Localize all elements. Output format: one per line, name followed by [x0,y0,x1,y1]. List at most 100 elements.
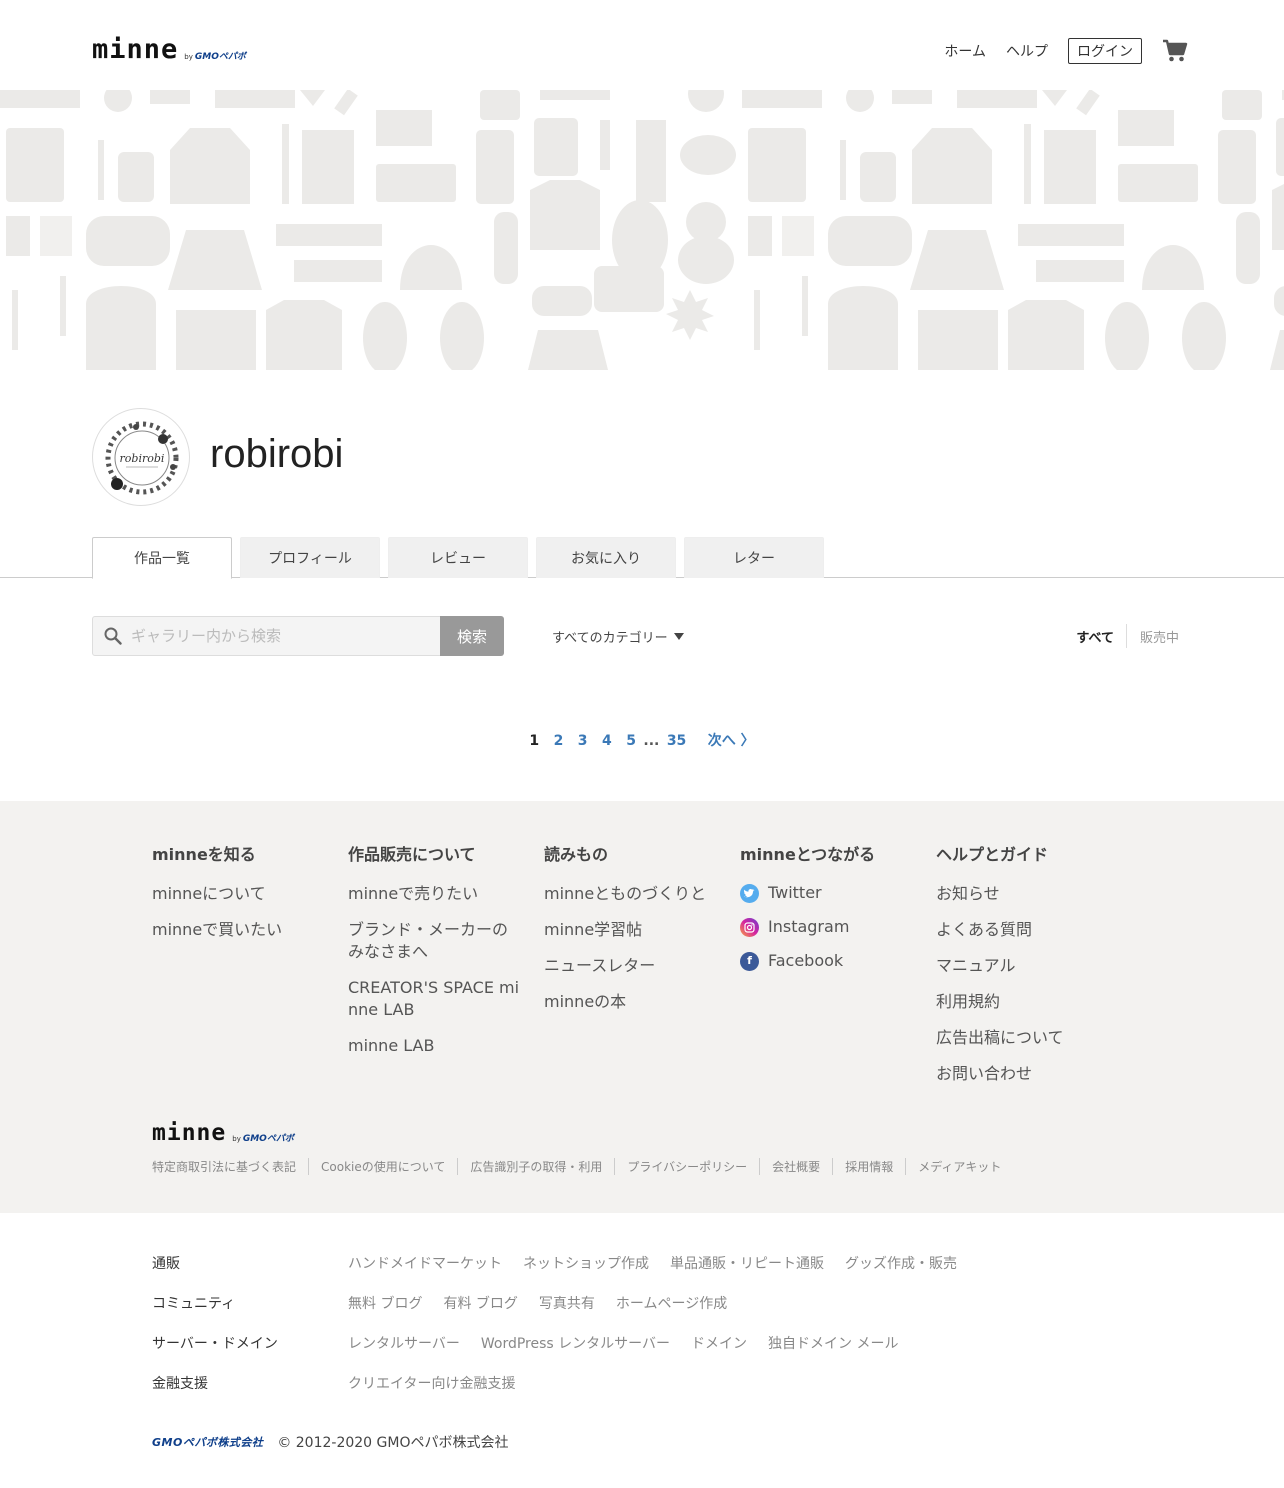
footer-col-title: minneとつながる [740,845,876,864]
instagram-icon [740,917,759,937]
logo-by: by [184,53,193,61]
footer-logo-wordmark: minne [152,1120,227,1146]
cover-pattern [0,90,1284,370]
footer-link[interactable]: 利用規約 [936,991,1116,1013]
footer-link[interactable]: minne LAB [348,1035,520,1057]
site-header: minne by GMOペパボ ホーム ヘルプ ログイン [0,0,1284,90]
group-link[interactable]: 有料 ブログ [443,1293,517,1313]
page-current: 1 [529,733,540,749]
minne-logo[interactable]: minne by GMOペパボ [92,36,246,63]
page-link[interactable]: 4 [602,733,612,749]
page-link[interactable]: 2 [554,733,564,749]
sale-filter: すべて 販売中 [1076,624,1179,648]
page-link[interactable]: 3 [578,733,588,749]
search-icon [104,627,122,645]
group-row-head: サーバー・ドメイン [152,1336,278,1352]
footer-link[interactable]: minneの本 [544,991,724,1013]
tab-letter[interactable]: レター [684,537,824,578]
footer-link[interactable]: お問い合わせ [936,1063,1116,1085]
footer-col-selling: 作品販売について minneで売りたい ブランド・メーカーのみなさまへ CREA… [348,841,520,1071]
group-link[interactable]: ホームページ作成 [616,1293,727,1313]
search-button[interactable]: 検索 [440,616,504,656]
legal-link[interactable]: 採用情報 [832,1158,905,1175]
footer-logo-by: by [232,1135,241,1143]
footer-link[interactable]: お知らせ [936,883,1116,905]
legal-link[interactable]: Cookieの使用について [308,1158,457,1175]
login-button[interactable]: ログイン [1068,38,1142,64]
group-link[interactable]: レンタルサーバー [348,1333,460,1353]
footer-link[interactable]: ブランド・メーカーのみなさまへ [348,919,520,963]
footer-link[interactable]: minneで買いたい [152,919,332,941]
legal-link[interactable]: 広告識別子の取得・利用 [457,1158,614,1175]
footer-col-title: 作品販売について [348,845,476,864]
instagram-link[interactable]: Instagram [740,917,920,937]
facebook-icon: f [740,951,759,971]
group-link[interactable]: ネットショップ作成 [523,1253,649,1273]
page-last[interactable]: 35 [667,733,686,749]
search-input[interactable] [131,617,431,655]
nav-home-link[interactable]: ホーム [944,41,986,61]
header-nav: ホーム ヘルプ ログイン [924,38,1188,64]
group-row-head: 通販 [152,1256,180,1272]
group-link[interactable]: WordPress レンタルサーバー [481,1333,670,1353]
group-row-head: コミュニティ [152,1296,236,1312]
filter-all[interactable]: すべて [1076,627,1126,646]
group-link[interactable]: 単品通販・リピート通販 [670,1253,824,1273]
page-ellipsis: ... [643,733,660,749]
legal-links: 特定商取引法に基づく表記 Cookieの使用について 広告識別子の取得・利用 プ… [152,1158,1013,1175]
footer-link[interactable]: CREATOR'S SPACE minne LAB [348,977,520,1021]
filter-selling[interactable]: 販売中 [1127,627,1179,646]
tab-review[interactable]: レビュー [388,537,528,578]
group-row-server: サーバー・ドメイン レンタルサーバー WordPress レンタルサーバー ドメ… [152,1333,919,1353]
footer-link[interactable]: マニュアル [936,955,1116,977]
footer-link[interactable]: minneとものづくりと [544,883,724,905]
cart-icon[interactable] [1162,39,1188,63]
footer-col-about: minneを知る minneについて minneで買いたい [152,841,332,955]
legal-link[interactable]: 会社概要 [759,1158,832,1175]
group-link[interactable]: 独自ドメイン メール [768,1333,898,1353]
footer-link[interactable]: 広告出稿について [936,1027,1116,1049]
footer-link[interactable]: minne学習帖 [544,919,724,941]
tab-profile[interactable]: プロフィール [240,537,380,578]
twitter-icon [740,883,759,903]
shop-avatar[interactable]: robirobi [92,408,190,506]
group-link[interactable]: 写真共有 [539,1293,595,1313]
footer-col-title: 読みもの [544,845,609,864]
footer-link[interactable]: minneで売りたい [348,883,520,905]
next-page-link[interactable]: 次へ 〉 [708,730,755,750]
legal-link[interactable]: プライバシーポリシー [614,1158,759,1175]
site-footer: minneを知る minneについて minneで買いたい 作品販売について m… [0,801,1284,1213]
facebook-link[interactable]: f Facebook [740,951,920,971]
footer-link[interactable]: よくある質問 [936,919,1116,941]
group-link[interactable]: 無料 ブログ [348,1293,422,1313]
group-link[interactable]: クリエイター向け金融支援 [348,1373,515,1393]
twitter-link[interactable]: Twitter [740,883,920,903]
avatar-text: robirobi [120,452,165,465]
footer-link[interactable]: ニュースレター [544,955,724,977]
nav-help-link[interactable]: ヘルプ [1006,41,1048,61]
footer-col-title: ヘルプとガイド [936,845,1049,864]
tab-favorites[interactable]: お気に入り [536,537,676,578]
shop-name: robirobi [210,432,344,476]
legal-link[interactable]: 特定商取引法に基づく表記 [152,1158,308,1175]
group-row-head: 金融支援 [152,1376,208,1392]
footer-logo[interactable]: minne by GMOペパボ [152,1122,294,1145]
footer-col-help: ヘルプとガイド お知らせ よくある質問 マニュアル 利用規約 広告出稿について … [936,841,1116,1099]
group-link[interactable]: ハンドメイドマーケット [348,1253,502,1273]
logo-wordmark: minne [92,34,179,65]
pagination: 1 2 3 4 5 ... 35 次へ 〉 [0,730,1284,750]
legal-link[interactable]: メディアキット [905,1158,1013,1175]
page-link[interactable]: 5 [626,733,636,749]
tab-works[interactable]: 作品一覧 [92,537,232,579]
category-select[interactable]: すべてのカテゴリー [552,627,684,646]
group-row-finance: 金融支援 クリエイター向け金融支援 [152,1373,536,1393]
footer-link[interactable]: minneについて [152,883,332,905]
footer-col-social: minneとつながる Twitter Instagram f Facebook [740,841,920,985]
group-link[interactable]: グッズ作成・販売 [845,1253,957,1273]
group-link[interactable]: ドメイン [691,1333,747,1353]
group-services: 通販 ハンドメイドマーケット ネットショップ作成 単品通販・リピート通販 グッズ… [0,1213,1284,1488]
group-row-community: コミュニティ 無料 ブログ 有料 ブログ 写真共有 ホームページ作成 [152,1293,748,1313]
gmo-pepabo-logo[interactable]: GMOペパボ株式会社 [152,1434,263,1450]
instagram-label: Instagram [768,917,850,936]
facebook-label: Facebook [768,951,844,970]
